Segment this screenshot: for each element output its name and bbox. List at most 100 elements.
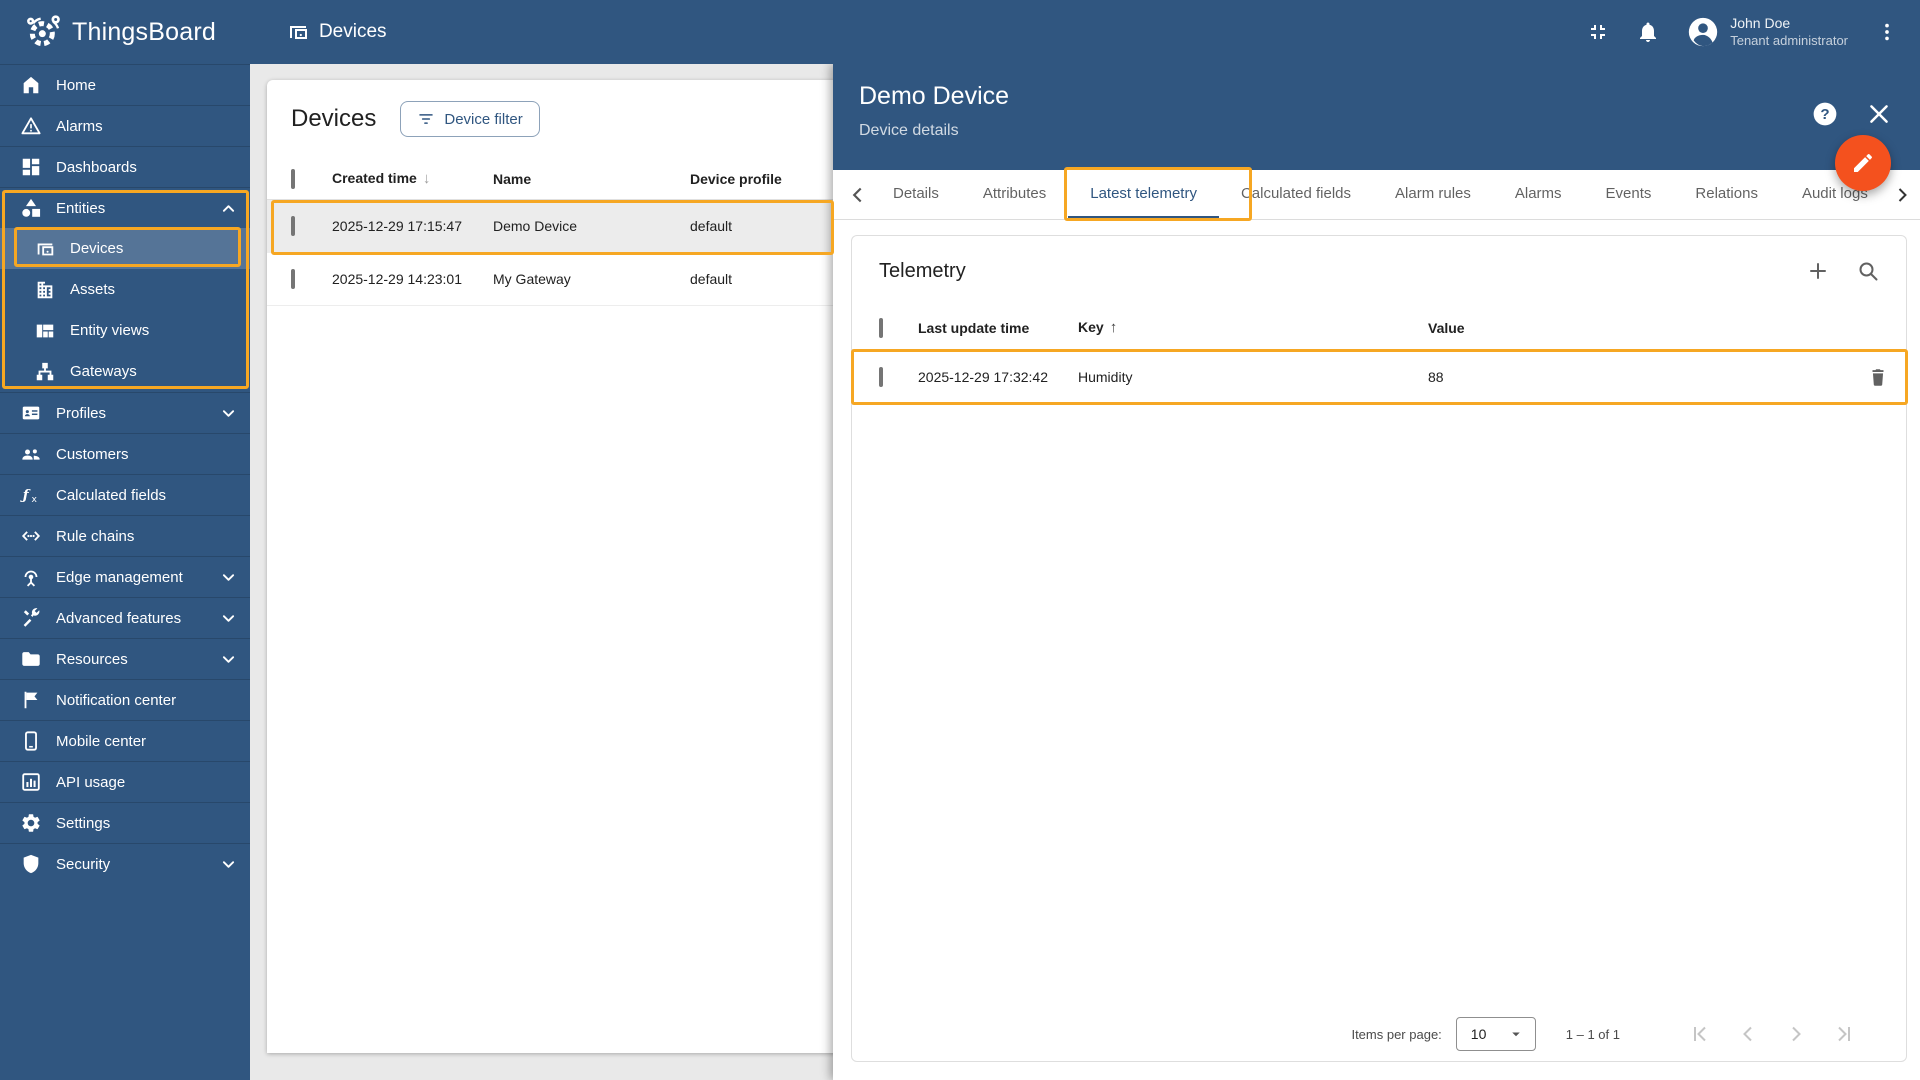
row-checkbox[interactable] [291,269,295,289]
sidebar-item-calculated-fields[interactable]: Calculated fields [0,474,250,515]
device-row-demo-device[interactable]: 2025-12-29 17:15:47 Demo Device default [267,200,850,253]
dashboards-icon [20,156,42,178]
items-per-page-label: Items per page: [1351,1026,1442,1042]
add-telemetry-icon[interactable] [1806,259,1830,283]
sidebar-item-advanced-features[interactable]: Advanced features [0,597,250,638]
items-per-page-select[interactable]: 10 [1455,1017,1536,1051]
breadcrumb: Devices [286,20,387,44]
sidebar-item-entity-views[interactable]: Entity views [0,310,250,351]
profiles-badge-icon [20,402,42,424]
close-icon[interactable] [1866,101,1892,127]
user-avatar[interactable] [1686,15,1720,49]
tab-attributes[interactable]: Attributes [961,170,1068,219]
previous-page-icon[interactable] [1736,1022,1760,1046]
devices-breadcrumb-icon [286,20,310,44]
tabs-scroll-left-icon[interactable] [845,182,871,208]
telemetry-row-humidity[interactable]: 2025-12-29 17:32:42 Humidity 88 [852,350,1906,405]
sort-desc-icon: ↓ [422,170,431,187]
chevron-down-icon [222,573,235,582]
select-all-checkbox[interactable] [291,168,295,189]
column-header-created-time[interactable]: Created time ↓ [332,170,493,187]
sidebar-item-home[interactable]: Home [0,64,250,105]
next-page-icon[interactable] [1784,1022,1808,1046]
sidebar-item-edge-management[interactable]: Edge management [0,556,250,597]
sidebar-item-rule-chains[interactable]: Rule chains [0,515,250,556]
folder-icon [20,648,42,670]
cell-name: Demo Device [493,218,578,234]
chevron-down-icon [222,860,235,869]
flag-icon [20,689,42,711]
sidebar-item-dashboards[interactable]: Dashboards [0,146,250,187]
cell-device-profile: default [690,218,733,234]
fullscreen-exit-icon[interactable] [1586,20,1610,44]
tab-calculated-fields[interactable]: Calculated fields [1219,170,1373,219]
device-row-my-gateway[interactable]: 2025-12-29 14:23:01 My Gateway default [267,253,850,306]
column-header-last-update-time[interactable]: Last update time [918,320,1078,336]
sidebar-item-assets[interactable]: Assets [0,269,250,310]
device-filter-button[interactable]: Device filter [400,101,540,137]
help-icon[interactable] [1812,101,1838,127]
column-header-name[interactable]: Name [493,171,690,187]
paginator-range-label: 1 – 1 of 1 [1565,1026,1620,1042]
delete-trash-icon[interactable] [1867,366,1889,388]
device-details-panel: Demo Device Device details Details Attri… [833,64,1920,1080]
tab-events[interactable]: Events [1584,170,1674,219]
entities-category-icon [20,197,42,219]
sidebar-item-gateways[interactable]: Gateways [0,351,250,392]
devices-icon [34,238,56,260]
smartphone-icon [20,730,42,752]
tabs-scroll-right[interactable] [1884,170,1920,219]
column-header-key[interactable]: Key ↑ [1078,319,1428,336]
search-icon[interactable] [1856,259,1880,283]
sidebar-item-security[interactable]: Security [0,843,250,884]
notifications-bell-icon[interactable] [1636,20,1660,44]
filter-icon [417,110,435,128]
telemetry-card-header: Telemetry [852,236,1906,306]
gateways-lan-icon [34,361,56,383]
entity-views-icon [34,320,56,342]
entities-submenu: Devices Assets Entity views Gateways [0,228,250,392]
row-checkbox[interactable] [291,216,295,236]
first-page-icon[interactable] [1688,1022,1712,1046]
tab-latest-telemetry[interactable]: Latest telemetry [1068,170,1219,219]
cell-device-profile: default [690,271,733,287]
sidebar-item-profiles[interactable]: Profiles [0,392,250,433]
sidebar-item-mobile-center[interactable]: Mobile center [0,720,250,761]
sidebar-item-alarms[interactable]: Alarms [0,105,250,146]
tab-alarms[interactable]: Alarms [1493,170,1584,219]
app-logo[interactable]: ThingsBoard [0,12,216,52]
last-page-icon[interactable] [1832,1022,1856,1046]
sidebar-item-devices[interactable]: Devices [0,228,250,269]
row-checkbox[interactable] [879,367,883,387]
user-name: John Doe [1730,15,1791,32]
antenna-icon [20,566,42,588]
tab-relations[interactable]: Relations [1673,170,1780,219]
pencil-edit-icon [1851,151,1875,175]
details-subtitle: Device details [859,122,959,139]
sidebar-item-resources[interactable]: Resources [0,638,250,679]
devices-column-header-row: Created time ↓ Name Device profile [267,158,850,200]
select-all-checkbox[interactable] [879,317,883,338]
telemetry-title: Telemetry [879,259,966,282]
sidebar-item-settings[interactable]: Settings [0,802,250,843]
edit-fab-button[interactable] [1835,135,1891,191]
cell-value: 88 [1428,369,1444,385]
user-role: Tenant administrator [1730,32,1848,48]
user-info: John Doe Tenant administrator [1730,15,1848,49]
chevron-down-icon [222,614,235,623]
alarm-warning-icon [20,115,42,137]
sidebar-item-notification-center[interactable]: Notification center [0,679,250,720]
home-icon [20,74,42,96]
sidebar-item-entities[interactable]: Entities [0,187,250,228]
details-panel-header: Demo Device Device details [833,64,1920,170]
sidebar-item-api-usage[interactable]: API usage [0,761,250,802]
tab-details[interactable]: Details [871,170,961,219]
column-header-value[interactable]: Value [1428,320,1850,336]
app-bar: ThingsBoard Devices John Doe Tenant admi… [0,0,1920,64]
sidebar-item-customers[interactable]: Customers [0,433,250,474]
tab-alarm-rules[interactable]: Alarm rules [1373,170,1493,219]
chevron-up-icon [222,204,235,213]
more-vert-icon[interactable] [1876,21,1898,43]
devices-table-card: Devices Device filter Created time ↓ Name… [267,80,850,1053]
column-header-device-profile[interactable]: Device profile [690,171,850,187]
